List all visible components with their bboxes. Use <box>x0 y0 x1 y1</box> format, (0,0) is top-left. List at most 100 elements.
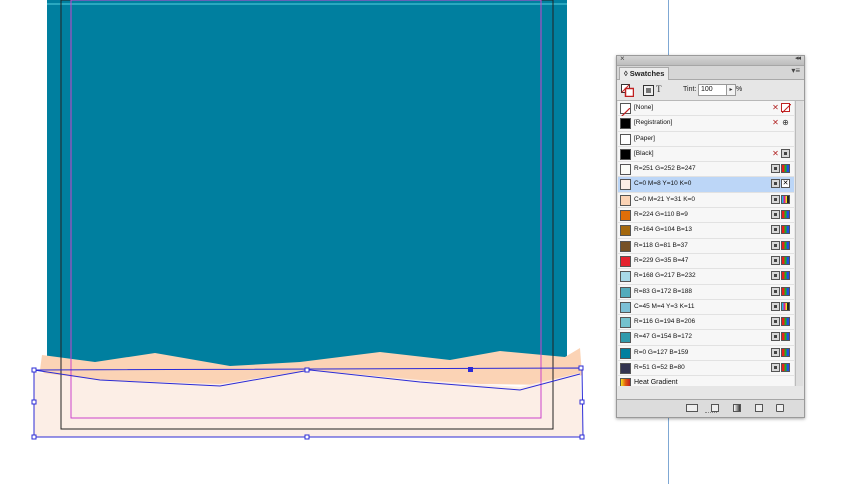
teal-panel[interactable] <box>47 0 567 368</box>
cmyk-icon <box>781 194 790 204</box>
swatch-row[interactable]: [None] ✕ <box>618 101 794 118</box>
registration-icon: ⊕ <box>782 118 789 128</box>
swatch-name: R=83 G=172 B=188 <box>634 287 693 295</box>
color-swatches-icon[interactable] <box>711 404 719 412</box>
new-swatch-icon[interactable] <box>755 404 763 412</box>
swatch-name: R=116 G=194 B=206 <box>634 318 696 326</box>
swatch-color-chip <box>620 317 631 329</box>
swatch-row[interactable]: Heat Gradient <box>618 376 794 386</box>
selection-handle[interactable] <box>31 367 37 373</box>
delete-swatch-icon[interactable] <box>776 404 784 412</box>
swatch-name: R=224 G=110 B=9 <box>634 211 688 219</box>
swatch-color-chip <box>620 347 631 359</box>
swatch-row[interactable]: R=229 G=35 B=47 <box>618 253 794 270</box>
swatch-row[interactable]: R=164 G=104 B=13 <box>618 223 794 239</box>
swatch-name: C=0 M=21 Y=31 K=0 <box>634 195 695 203</box>
process-icon <box>771 271 780 281</box>
swatch-name: C=0 M=8 Y=10 K=0 <box>634 180 692 188</box>
rgb-icon <box>781 286 790 296</box>
swatch-color-chip <box>620 194 631 206</box>
rgb-icon <box>781 164 790 174</box>
panel-menu-icon[interactable]: ▾≡ <box>791 66 800 75</box>
tint-percent: % <box>736 86 743 93</box>
scrollbar[interactable] <box>795 101 803 386</box>
swatch-row[interactable]: [Black] ✕ <box>618 146 794 163</box>
swatch-color-chip <box>620 378 631 386</box>
tab-swatches[interactable]: ◊ Swatches <box>619 67 670 80</box>
swatch-color-chip <box>620 301 631 313</box>
formatting-container-icon[interactable] <box>643 85 654 96</box>
swatch-row[interactable]: R=51 G=52 B=80 <box>618 361 794 377</box>
swatch-row[interactable]: C=0 M=21 Y=31 K=0 <box>618 192 794 209</box>
panel-bottom-bar <box>617 399 804 417</box>
swatch-name: R=229 G=35 B=47 <box>634 256 689 264</box>
selection-handle[interactable] <box>31 399 37 405</box>
swatch-row[interactable]: [Paper] <box>618 131 794 147</box>
rgb-icon <box>781 255 790 265</box>
panel-tab-row: ◊ Swatches ▾≡ <box>617 66 804 80</box>
swatch-name: R=164 G=104 B=13 <box>634 226 693 234</box>
swatch-row[interactable]: R=251 G=252 B=247 <box>618 162 794 178</box>
swatch-row[interactable]: R=118 G=81 B=37 <box>618 238 794 254</box>
process-icon <box>771 347 780 357</box>
swatch-color-chip <box>620 118 631 130</box>
swatches-toolbar: T Tint: 100 ▸ % <box>617 80 804 101</box>
swatch-name: R=168 G=217 B=232 <box>634 272 696 280</box>
selection-handle[interactable] <box>31 434 37 440</box>
swatch-color-chip <box>620 225 631 237</box>
swatch-color-chip <box>620 271 631 283</box>
swatch-color-chip <box>620 164 631 176</box>
swatch-row[interactable]: R=0 G=127 B=159 <box>618 345 794 362</box>
swatch-row[interactable]: C=45 M=4 Y=3 K=11 <box>618 299 794 316</box>
resize-grip[interactable] <box>705 412 717 415</box>
swatch-row[interactable]: R=116 G=194 B=206 <box>618 315 794 331</box>
collapse-icon[interactable]: ◂◂ <box>795 54 801 62</box>
swatch-name: C=45 M=4 Y=3 K=11 <box>634 302 695 310</box>
process-icon <box>771 286 780 296</box>
selection-handle[interactable] <box>304 367 310 373</box>
rgb-icon <box>781 225 790 235</box>
process-icon <box>771 164 780 174</box>
swatch-color-chip <box>620 363 631 375</box>
selection-handle[interactable] <box>579 434 585 440</box>
swatch-color-chip <box>620 286 631 298</box>
none-icon <box>781 103 791 113</box>
panel-titlebar[interactable]: × ◂◂ <box>617 54 804 66</box>
swatch-row[interactable]: R=47 G=154 B=172 <box>618 330 794 346</box>
swatch-name: [Registration] <box>634 119 673 127</box>
process-icon <box>771 210 780 220</box>
swatch-name: R=51 G=52 B=80 <box>634 364 685 372</box>
process-icon <box>771 332 780 342</box>
swatch-row[interactable]: [Registration] ✕ ⊕ <box>618 116 794 132</box>
swatch-color-chip <box>620 255 631 267</box>
close-icon[interactable]: × <box>620 54 625 63</box>
swatch-row[interactable]: C=0 M=8 Y=10 K=0 ✕ <box>618 177 794 193</box>
tint-slider-arrow[interactable]: ▸ <box>726 84 736 96</box>
fill-stroke-icon[interactable] <box>621 84 634 97</box>
formatting-text-icon[interactable]: T <box>656 84 662 94</box>
process-icon <box>771 255 780 265</box>
selection-handle[interactable] <box>579 399 585 405</box>
tint-input[interactable]: 100 <box>698 84 727 96</box>
swatch-color-chip <box>620 332 631 344</box>
swatch-row[interactable]: R=168 G=217 B=232 <box>618 269 794 285</box>
swatch-name: R=118 G=81 B=37 <box>634 241 688 249</box>
swatch-color-chip <box>620 133 631 145</box>
swatch-name: R=251 G=252 B=247 <box>634 165 696 173</box>
selection-handle[interactable] <box>304 434 310 440</box>
anchor-point[interactable] <box>468 367 473 372</box>
gradient-swatches-icon[interactable] <box>733 404 741 412</box>
swatch-row[interactable]: R=83 G=172 B=188 <box>618 284 794 300</box>
no-edit-icon: ✕ <box>772 148 779 158</box>
swatches-panel: × ◂◂ ◊ Swatches ▾≡ T Tint: 100 ▸ % [None… <box>616 54 805 418</box>
swatch-color-chip <box>620 179 631 191</box>
swatch-row[interactable]: R=224 G=110 B=9 <box>618 208 794 224</box>
swatch-name: Heat Gradient <box>634 379 678 386</box>
rgb-icon <box>781 210 790 220</box>
process-icon <box>771 363 780 373</box>
process-icon <box>771 225 780 235</box>
swatch-list: [None] ✕ [Registration] ✕ ⊕ [Paper] [Black] ✕ R=… <box>618 101 794 386</box>
show-swatch-kinds-icon[interactable] <box>686 404 698 412</box>
selection-handle[interactable] <box>578 365 584 371</box>
cmyk-icon <box>781 301 790 311</box>
